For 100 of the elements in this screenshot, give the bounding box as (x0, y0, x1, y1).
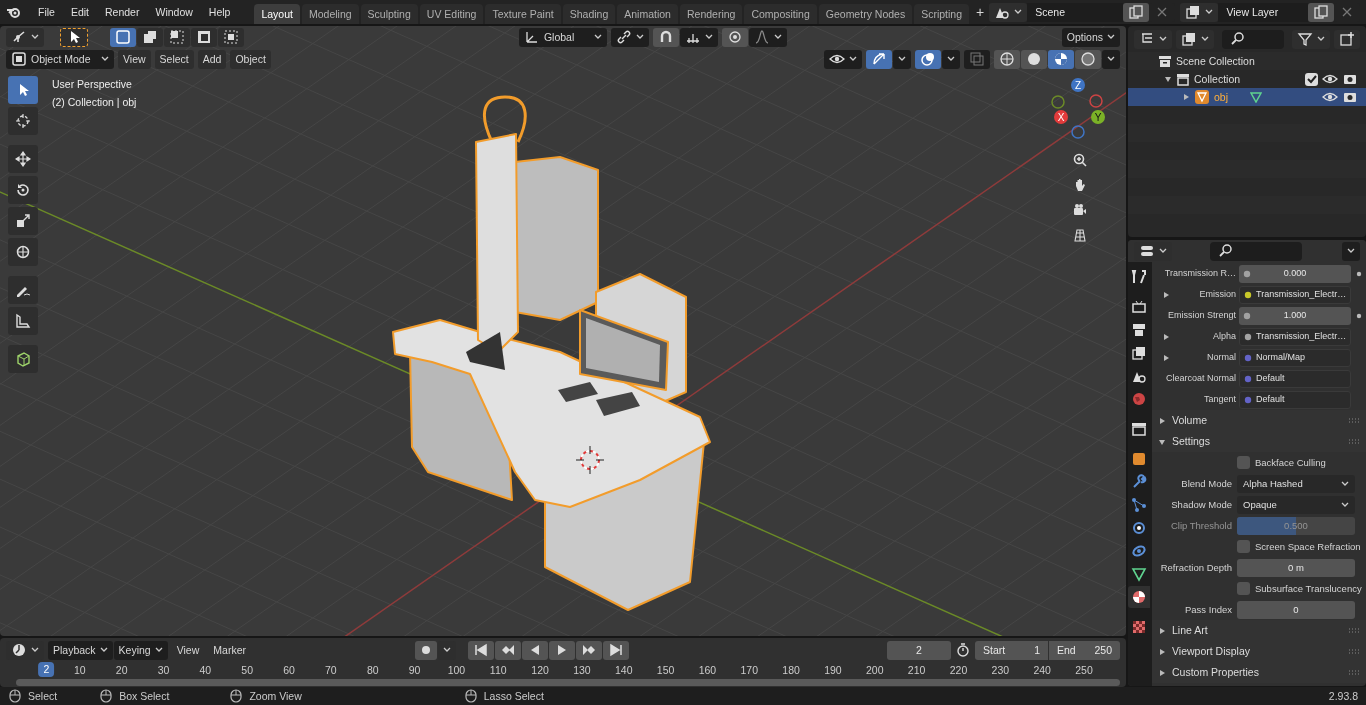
number-field[interactable]: 0 (1237, 600, 1355, 619)
workspace-tab[interactable]: Shading (562, 4, 616, 24)
menu-button[interactable]: Playback (48, 640, 113, 660)
frame-number: 250 (1075, 664, 1093, 677)
menu-item[interactable]: Edit (62, 5, 97, 19)
workspace-tab[interactable]: Modeling (301, 4, 359, 24)
frame-number: 220 (949, 664, 968, 677)
outliner-row[interactable]: obj (1128, 88, 1366, 106)
link-field[interactable]: Normal/Map (1239, 348, 1351, 367)
property-label: Clearcoat Normal (1164, 373, 1236, 384)
workspace-tab[interactable]: Geometry Nodes (818, 4, 913, 24)
link-field[interactable]: Transmission_Electr… (1239, 285, 1351, 304)
object-info-label: (2) Collection | obj (52, 95, 137, 109)
y-axis-ball[interactable]: Y (1091, 110, 1105, 124)
field-label: Start (983, 643, 1006, 657)
current-frame-field[interactable]: 2 (887, 640, 951, 660)
menu-button[interactable]: Object (230, 49, 271, 69)
checkbox-label[interactable]: Screen Space Refraction (1255, 540, 1361, 553)
checkbox-label[interactable]: Backface Culling (1255, 456, 1326, 469)
menu-button[interactable]: Keying (113, 640, 168, 660)
orientation-dropdown[interactable]: Global (518, 27, 607, 47)
add-workspace-button[interactable]: + (971, 2, 990, 22)
status-hint: Box Select (119, 689, 170, 703)
dropdown-field[interactable]: Opaque (1237, 495, 1355, 514)
menu-button[interactable]: Marker (208, 640, 251, 660)
link-field[interactable]: Default (1239, 369, 1351, 388)
property-label: Pass Index (1184, 603, 1232, 616)
frame-number: 130 (573, 664, 591, 677)
property-label: Tangent (1202, 394, 1236, 405)
workspace-tab[interactable]: Compositing (744, 4, 817, 24)
dropdown-field[interactable]: Alpha Hashed (1237, 474, 1355, 493)
frame-number: 70 (325, 664, 337, 677)
start-frame-field[interactable]: Start 1 (975, 640, 1048, 660)
view-layer-field[interactable]: View Layer (1218, 2, 1308, 22)
version-label: 2.93.8 (1328, 689, 1358, 703)
frame-number: 190 (824, 664, 842, 677)
frame-number: 150 (656, 664, 675, 677)
number-field[interactable]: 1.000 (1239, 306, 1351, 325)
outliner-item-label[interactable]: Scene Collection (1176, 54, 1255, 68)
options-dropdown[interactable]: Options (1061, 27, 1120, 47)
mode-dropdown[interactable]: Object Mode (6, 49, 114, 69)
property-label: Refraction Depth (1159, 561, 1232, 574)
frame-number: 80 (366, 664, 379, 677)
frame-number: 50 (241, 664, 254, 677)
menu-item[interactable]: File (30, 5, 63, 19)
property-label: Emission Strengt (1166, 310, 1236, 321)
field-value: 250 (1094, 643, 1112, 657)
menu-button[interactable]: Select (154, 49, 194, 69)
link-field[interactable]: Default (1239, 390, 1351, 409)
property-label: Clip Threshold (1169, 519, 1232, 532)
property-label: Alpha (1211, 331, 1236, 342)
field-value: 1 (1034, 643, 1040, 657)
3d-viewport[interactable]: Global Options Object Mode View Select Add Object User Perspective (2) Collection | obj Z X Y (0, 26, 1126, 636)
frame-number: 200 (866, 664, 884, 677)
outliner-item-label[interactable]: Collection (1194, 72, 1241, 86)
scene-field[interactable]: Scene (1027, 2, 1124, 22)
frame-number: 100 (447, 664, 466, 677)
property-label: Normal (1206, 352, 1236, 363)
number-field[interactable]: 0 m (1237, 558, 1355, 577)
link-field[interactable]: Transmission_Electr… (1239, 327, 1351, 346)
menu-item[interactable]: Window (147, 5, 201, 19)
view-name-label: User Perspective (52, 78, 132, 91)
workspace-tab[interactable]: UV Editing (419, 4, 484, 24)
x-axis-ball[interactable]: X (1054, 110, 1068, 124)
workspace-tab[interactable]: Animation (617, 4, 678, 24)
end-frame-field[interactable]: End 250 (1049, 640, 1120, 660)
status-hint: Lasso Select (483, 689, 544, 703)
frame-number: 60 (283, 664, 295, 677)
frame-number: 210 (907, 664, 926, 677)
field-label: End (1057, 643, 1076, 657)
menu-button[interactable]: View (171, 640, 205, 660)
workspace-tab[interactable]: Sculpting (360, 4, 418, 24)
playhead-frame-marker[interactable]: 2 (38, 662, 55, 677)
workspace-tab[interactable]: Texture Paint (485, 4, 561, 24)
menu-button[interactable]: Add (197, 49, 227, 69)
frame-number: 180 (782, 664, 800, 677)
frame-number: 40 (199, 664, 212, 677)
workspace-tab[interactable]: Layout (254, 4, 300, 24)
workspace-tab[interactable]: Scripting (914, 4, 969, 24)
frame-number: 240 (1033, 664, 1051, 677)
menu-item[interactable]: Help (200, 5, 239, 19)
menu-button[interactable]: View (118, 49, 151, 69)
frame-number: 20 (115, 664, 128, 677)
status-hint: Zoom View (249, 689, 302, 703)
property-label: Transmission R… (1163, 268, 1236, 279)
frame-number: 120 (531, 664, 549, 677)
property-label: Emission (1198, 289, 1236, 300)
menu-item[interactable]: Render (97, 5, 148, 19)
workspace-tab[interactable]: Rendering (679, 4, 743, 24)
number-field[interactable]: 0.000 (1239, 264, 1351, 283)
frame-number: 230 (991, 664, 1010, 677)
frame-number: 110 (489, 664, 507, 677)
outliner-item-label[interactable]: obj (1214, 90, 1228, 104)
frame-number: 30 (157, 664, 170, 677)
property-label: Blend Mode (1180, 477, 1232, 490)
checkbox-label[interactable]: Subsurface Translucency (1255, 582, 1362, 595)
z-axis-ball[interactable]: Z (1071, 78, 1085, 92)
status-hint: Select (28, 689, 58, 703)
frame-number: 90 (408, 664, 421, 677)
frame-number: 10 (74, 664, 86, 677)
